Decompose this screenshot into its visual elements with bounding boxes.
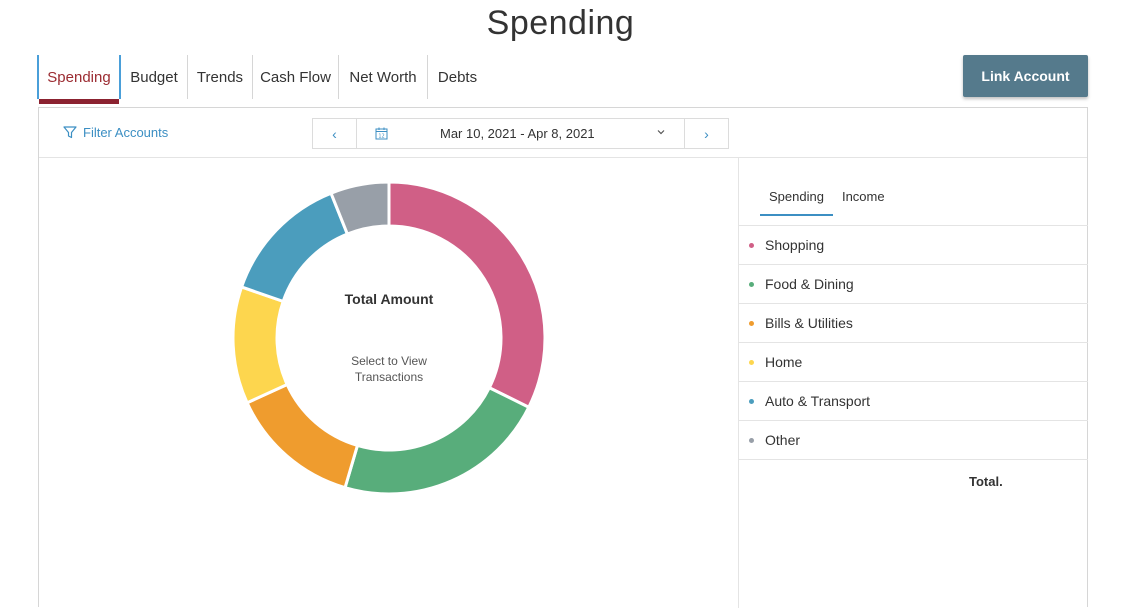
filter-label: Filter Accounts — [83, 125, 169, 140]
legend-rows: Shopping Food & Dining Bills & Utilities Ho… — [739, 226, 1088, 460]
select-transactions-hint[interactable]: Select to View Transactions — [319, 353, 459, 385]
subtab-spending[interactable]: Spending — [760, 185, 833, 216]
tab-debts[interactable]: Debts — [428, 55, 487, 99]
donut-center-title: Total Amount — [344, 291, 434, 307]
hint-line-1: Select to View — [351, 354, 427, 368]
donut-slice-home[interactable] — [231, 285, 290, 405]
tab-label: Budget — [130, 68, 178, 86]
legend-item-home[interactable]: Home — [739, 343, 1088, 382]
legend-label: Shopping — [765, 237, 825, 253]
legend-dot — [749, 320, 754, 326]
legend-dot — [749, 398, 754, 404]
legend-label: Auto & Transport — [765, 393, 871, 409]
legend-dot — [749, 242, 754, 248]
tab-budget[interactable]: Budget — [121, 55, 188, 99]
legend-dot — [749, 281, 754, 287]
page-title: Spending — [486, 4, 635, 42]
tab-cash-flow[interactable]: Cash Flow — [253, 55, 339, 99]
tab-label: Debts — [437, 68, 478, 86]
donut-slice-bills-utilities[interactable] — [245, 382, 360, 490]
spending-panel: Filter Accounts ‹ 12 Mar 10, 2021 - Apr … — [38, 107, 1088, 608]
link-account-button[interactable]: Link Account — [963, 55, 1088, 97]
legend-item-bills-utilities[interactable]: Bills & Utilities — [739, 304, 1088, 343]
legend-item-other[interactable]: Other — [739, 421, 1088, 460]
prev-period-button[interactable]: ‹ — [313, 119, 357, 148]
chevron-right-icon: › — [704, 125, 709, 142]
chart-area: Total Amount Select to View Transactions — [39, 158, 739, 608]
tab-label: Trends — [196, 68, 244, 86]
legend-item-shopping[interactable]: Shopping — [739, 226, 1088, 265]
category-legend: Spending Income Shopping Food & Dining Bil… — [739, 158, 1088, 608]
donut-slice-food-dining[interactable] — [343, 385, 531, 496]
calendar-icon: 12 — [375, 127, 388, 140]
chevron-left-icon: ‹ — [332, 125, 337, 142]
legend-item-auto-transport[interactable]: Auto & Transport — [739, 382, 1088, 421]
tab-trends[interactable]: Trends — [188, 55, 253, 99]
date-range-dropdown[interactable]: 12 Mar 10, 2021 - Apr 8, 2021 — [357, 119, 684, 148]
svg-text:12: 12 — [378, 134, 384, 140]
tab-net-worth[interactable]: Net Worth — [339, 55, 428, 99]
legend-label: Other — [765, 432, 801, 448]
date-range-text: Mar 10, 2021 - Apr 8, 2021 — [440, 126, 595, 141]
next-period-button[interactable]: › — [684, 119, 728, 148]
tab-label: Cash Flow — [260, 68, 331, 86]
legend-item-food-dining[interactable]: Food & Dining — [739, 265, 1088, 304]
legend-dot — [749, 359, 754, 365]
filter-accounts-button[interactable]: Filter Accounts — [63, 125, 168, 140]
filter-icon — [63, 126, 77, 139]
legend-subtabs: Spending Income — [760, 185, 894, 216]
legend-label: Food & Dining — [765, 276, 854, 292]
subtab-income[interactable]: Income — [833, 185, 894, 216]
chevron-down-icon — [657, 130, 665, 135]
date-navigator: ‹ 12 Mar 10, 2021 - Apr 8, 2021 › — [312, 118, 729, 149]
tab-label: Spending — [47, 68, 111, 86]
tab-spending[interactable]: Spending — [37, 55, 121, 104]
legend-dot — [749, 437, 754, 443]
tab-label: Net Worth — [349, 68, 417, 86]
hint-line-2: Transactions — [354, 370, 424, 384]
legend-label: Bills & Utilities — [765, 315, 853, 331]
toolbar: Filter Accounts ‹ 12 Mar 10, 2021 - Apr … — [39, 108, 1087, 158]
main-tabs: Spending Budget Trends Cash Flow Net Wor… — [37, 55, 487, 104]
donut-slice-auto-transport[interactable] — [239, 191, 350, 304]
total-label: Total. — [969, 474, 1003, 489]
legend-label: Home — [765, 354, 803, 370]
